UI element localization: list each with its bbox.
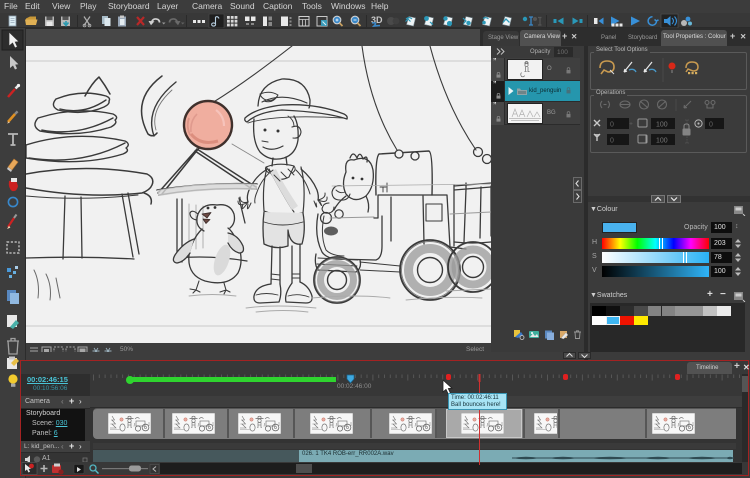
svg-text:0: 0 <box>709 122 713 129</box>
svg-text:100: 100 <box>656 138 668 145</box>
svg-text:0: 0 <box>610 122 614 129</box>
svg-text:0: 0 <box>610 138 614 145</box>
svg-text:100: 100 <box>656 122 668 129</box>
